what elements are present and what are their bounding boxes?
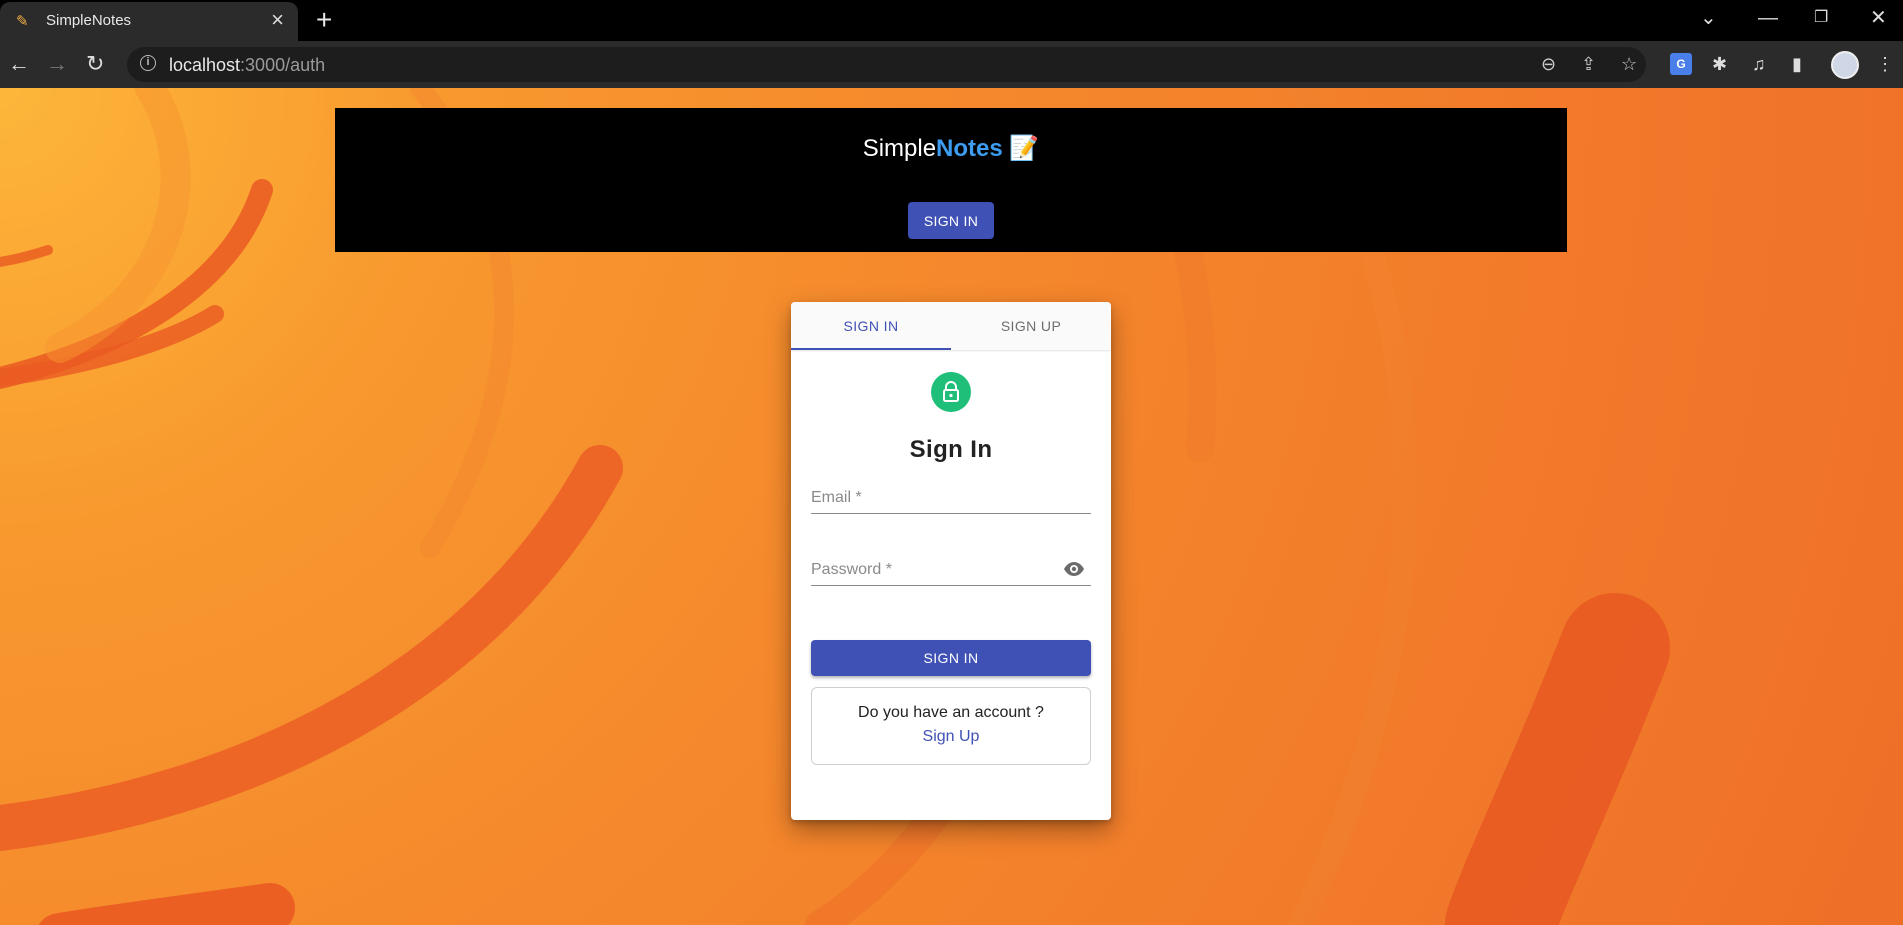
minimize-icon[interactable]: — bbox=[1758, 4, 1778, 32]
zoom-icon[interactable]: ⊖ bbox=[1541, 53, 1556, 75]
translate-extension-icon[interactable]: G bbox=[1670, 53, 1692, 75]
pencil-icon: ✎ bbox=[16, 13, 29, 30]
app-header: SimpleNotes 📝 SIGN IN bbox=[335, 108, 1567, 252]
browser-tab-strip: ✎ SimpleNotes × + ⌄ — ❐ ✕ bbox=[0, 0, 1903, 41]
media-control-icon[interactable]: ♫ bbox=[1752, 53, 1766, 75]
memo-icon: 📝 bbox=[1009, 135, 1040, 162]
auth-tabs: SIGN IN SIGN UP bbox=[791, 302, 1111, 350]
brand-logo: SimpleNotes 📝 bbox=[862, 135, 1040, 162]
tab-sign-up[interactable]: SIGN UP bbox=[951, 302, 1111, 350]
tab-sign-in[interactable]: SIGN IN bbox=[791, 302, 951, 350]
password-input[interactable] bbox=[811, 551, 1055, 583]
tab-search-icon[interactable]: ⌄ bbox=[1700, 4, 1717, 32]
close-tab-icon[interactable]: × bbox=[271, 8, 284, 32]
tab-title: SimpleNotes bbox=[46, 12, 132, 29]
active-tab-indicator bbox=[791, 348, 951, 350]
browser-tab[interactable]: ✎ SimpleNotes × bbox=[0, 2, 298, 41]
email-input[interactable] bbox=[811, 479, 1055, 511]
sign-up-link[interactable]: Sign Up bbox=[812, 728, 1090, 746]
browser-menu-icon[interactable]: ⋮ bbox=[1876, 53, 1894, 75]
header-sign-in-button[interactable]: SIGN IN bbox=[908, 202, 994, 239]
page-viewport: SimpleNotes 📝 SIGN IN SIGN IN SIGN UP Si… bbox=[0, 88, 1903, 925]
share-icon[interactable]: ⇪ bbox=[1581, 53, 1596, 75]
browser-toolbar: ← → ↻ i localhost:3000/auth ⊖ ⇪ ☆ G ✱ ♫ … bbox=[0, 41, 1903, 88]
email-field[interactable]: Email * bbox=[811, 479, 1091, 514]
sign-in-heading: Sign In bbox=[909, 436, 993, 463]
lock-icon bbox=[943, 381, 959, 402]
auth-card: SIGN IN SIGN UP Sign In Email * Password… bbox=[791, 302, 1111, 820]
close-window-icon[interactable]: ✕ bbox=[1870, 4, 1887, 32]
extensions-puzzle-icon[interactable]: ✱ bbox=[1712, 53, 1727, 75]
sign-in-submit-button[interactable]: SIGN IN bbox=[811, 640, 1091, 676]
password-field[interactable]: Password * bbox=[811, 551, 1091, 586]
eye-icon[interactable] bbox=[1063, 561, 1085, 577]
profile-avatar[interactable] bbox=[1831, 51, 1859, 79]
forward-icon[interactable]: → bbox=[46, 50, 68, 78]
account-question: Do you have an account ? bbox=[858, 704, 1044, 721]
new-tab-icon[interactable]: + bbox=[316, 4, 332, 36]
back-icon[interactable]: ← bbox=[8, 50, 30, 78]
side-panel-icon[interactable]: ▮ bbox=[1792, 53, 1802, 75]
lock-avatar bbox=[931, 372, 971, 412]
bookmark-star-icon[interactable]: ☆ bbox=[1621, 53, 1637, 75]
restore-icon[interactable]: ❐ bbox=[1814, 4, 1828, 32]
site-info-icon[interactable]: i bbox=[140, 55, 156, 71]
address-bar[interactable]: i localhost:3000/auth ⊖ ⇪ ☆ bbox=[127, 47, 1646, 82]
reload-icon[interactable]: ↻ bbox=[86, 50, 104, 78]
url-text[interactable]: localhost:3000/auth bbox=[169, 55, 325, 76]
account-prompt-box: Do you have an account ? Sign Up bbox=[811, 687, 1091, 765]
